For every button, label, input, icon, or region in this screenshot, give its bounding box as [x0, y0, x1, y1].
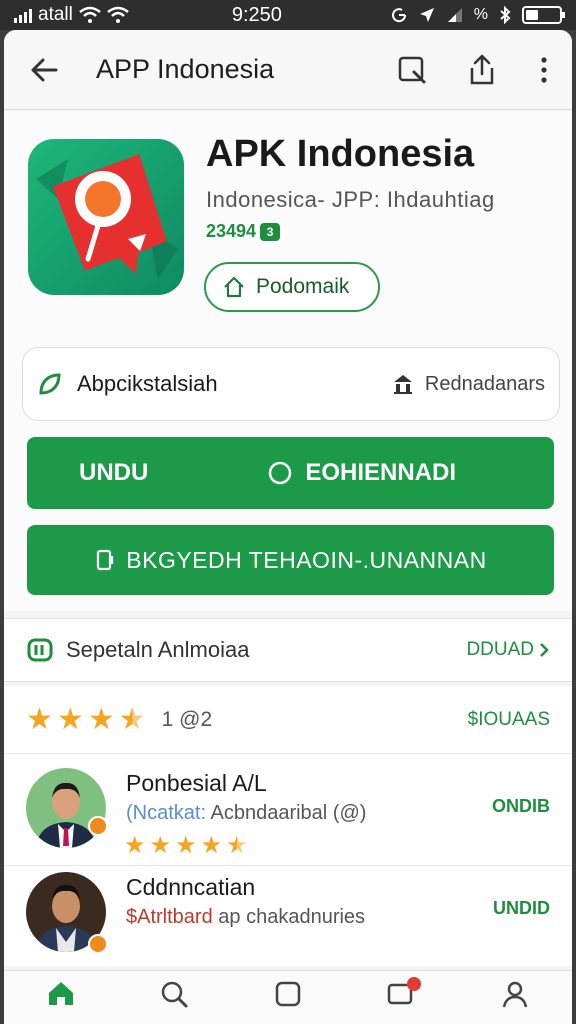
tag-button[interactable]: Podomaik [204, 262, 380, 312]
home-icon [48, 982, 73, 1005]
info-card-left-label: Abpcikstalsiah [77, 371, 218, 396]
rating-action[interactable]: $IOUAAS [468, 709, 550, 731]
star-half-icon: ★ [226, 832, 248, 859]
review-text-body: Acbndaaribal (@) [210, 802, 367, 824]
review-stars: ★ ★ ★ ★ ★ [124, 834, 248, 858]
search-icon[interactable] [394, 52, 430, 88]
signal-icon [14, 7, 32, 23]
rating-summary: ★ ★ ★ ★ 1 @2 $IOUAAS [4, 686, 572, 754]
circle-icon [269, 461, 292, 485]
section-action[interactable]: DDUAD [466, 639, 534, 661]
secondary-action-label: BKGYEDH TEHAOIN-.UNANNAN [126, 546, 487, 573]
info-card-right-label: Rednadanars [424, 372, 545, 395]
status-bar: atall 9:250 % [0, 0, 576, 30]
location-icon [419, 8, 434, 22]
status-left: atall [14, 4, 224, 26]
home-outline-icon [224, 276, 244, 298]
nav-notifications[interactable] [345, 971, 459, 1024]
review-action[interactable]: UNDID [493, 898, 550, 919]
app-bar-title: APP Indonesia [96, 54, 275, 84]
review-text-accent: $Atrltbard [126, 906, 213, 928]
download-button-label: UNDU [79, 459, 149, 486]
star-icon: ★ [175, 832, 197, 859]
app-meta: 23494 3 [206, 221, 281, 242]
nav-search[interactable] [118, 971, 232, 1024]
wifi-icon [107, 6, 129, 23]
share-icon[interactable] [464, 52, 500, 88]
carrier-label: atall [38, 4, 73, 25]
library-icon [275, 981, 301, 1007]
back-arrow-icon[interactable] [26, 52, 62, 88]
rating-stars: ★ ★ ★ ★ [26, 702, 146, 736]
app-meta-value: 23494 [206, 221, 257, 241]
review-text: $Atrltbard ap chakadnuries [126, 906, 365, 929]
status-indicators: % [473, 6, 488, 23]
building-icon [393, 375, 412, 394]
open-button-label: EOHIENNADI [305, 459, 456, 486]
developer-icon [27, 638, 53, 662]
app-screen: APP Indonesia APK Indonesia Indonesica- … [4, 30, 572, 1024]
nav-profile[interactable] [458, 971, 572, 1024]
app-name: APK Indonesia [206, 133, 475, 175]
section-label: Sepetaln Anlmoiaa [66, 637, 250, 662]
more-vert-icon[interactable] [526, 52, 562, 88]
avatar [26, 768, 106, 848]
bluetooth-icon [500, 6, 511, 24]
star-icon: ★ [56, 702, 84, 736]
status-right: % [390, 6, 565, 24]
star-icon: ★ [26, 702, 53, 736]
star-icon: ★ [200, 832, 223, 859]
app-header: APK Indonesia Indonesica- JPP: Ihdauhtia… [4, 111, 572, 611]
nav-library[interactable] [231, 971, 345, 1024]
google-icon [391, 8, 406, 23]
reviews-section: ★ ★ ★ ★ 1 @2 $IOUAAS Ponbesial A/L (Ncat… [4, 686, 572, 982]
bottom-nav [4, 970, 572, 1024]
star-icon: ★ [124, 832, 146, 859]
device-icon [97, 549, 114, 571]
reviewer-name: Cddnncatian [126, 874, 256, 900]
chevron-right-icon [540, 643, 549, 657]
review-text-body: ap chakadnuries [218, 906, 366, 928]
review-text-accent: (Ncatkat: [126, 802, 207, 824]
app-icon [28, 139, 184, 295]
star-half-icon: ★ [118, 702, 146, 736]
nav-home[interactable] [4, 971, 118, 1024]
review-item[interactable]: Ponbesial A/L (Ncatkat: Acbndaaribal (@)… [4, 756, 572, 866]
tag-button-label: Podomaik [256, 275, 350, 298]
battery-icon [522, 6, 565, 24]
verified-badge-icon [88, 816, 108, 836]
profile-icon [502, 981, 528, 1008]
cell-signal-icon [447, 8, 462, 22]
developer-section[interactable]: Sepetaln Anlmoiaa DDUAD [4, 618, 572, 682]
verified-badge-icon [88, 934, 108, 954]
reviewer-name: Ponbesial A/L [126, 770, 267, 796]
search-icon [162, 981, 188, 1008]
status-time: 9:250 [231, 3, 282, 26]
leaf-icon [39, 373, 61, 395]
app-meta-chip: 3 [260, 222, 281, 241]
app-subtitle: Indonesica- JPP: Ihdauhtiag [206, 187, 495, 212]
notification-badge [406, 977, 421, 991]
review-text: (Ncatkat: Acbndaaribal (@) [126, 802, 366, 825]
secondary-action-button[interactable]: BKGYEDH TEHAOIN-.UNANNAN [27, 525, 554, 595]
review-item[interactable]: Cddnncatian $Atrltbard ap chakadnuries U… [4, 872, 572, 982]
star-icon: ★ [87, 702, 115, 736]
app-bar: APP Indonesia [4, 30, 572, 110]
info-card[interactable]: Abpcikstalsiah Rednadanars [22, 347, 560, 421]
wifi-icon [79, 6, 101, 23]
review-action[interactable]: ONDIB [492, 796, 550, 817]
download-button[interactable]: UNDU EOHIENNADI [27, 437, 554, 509]
star-icon: ★ [149, 832, 172, 859]
rating-count: 1 @2 [161, 707, 213, 731]
